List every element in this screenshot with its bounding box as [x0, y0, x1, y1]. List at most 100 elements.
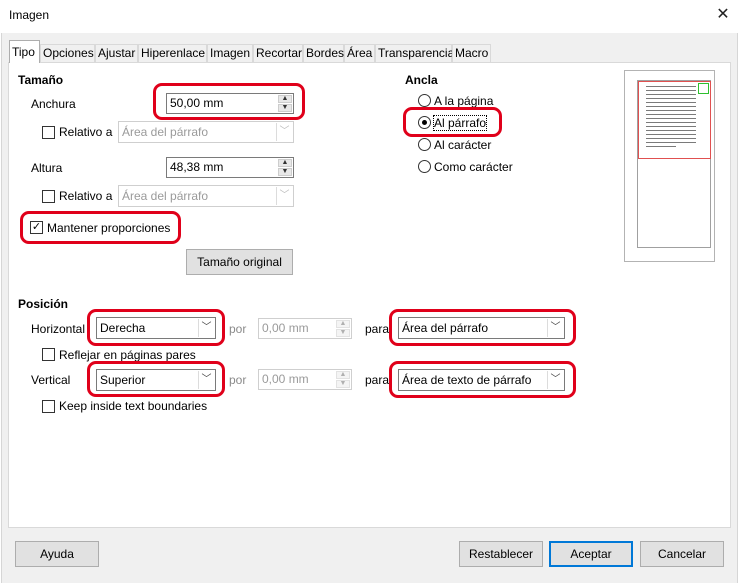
chevron-down-icon[interactable]: ﹀ [198, 371, 214, 389]
relative-width-label: Relativo a [59, 125, 113, 139]
horizontal-value: Derecha [100, 321, 146, 335]
horizontal-to-label: para [365, 322, 390, 336]
vertical-to-select[interactable]: Área de texto de párrafo ﹀ [398, 369, 565, 391]
spin-up-icon[interactable]: ▲ [278, 159, 292, 167]
preview-text-line [646, 118, 696, 119]
preview-text-line [646, 146, 676, 147]
chevron-down-icon[interactable]: ﹀ [547, 319, 563, 337]
help-button[interactable]: Ayuda [15, 541, 99, 567]
window-title: Imagen [9, 8, 50, 22]
preview-text-line [646, 106, 696, 107]
vertical-by-spinner[interactable]: ▲ ▼ [336, 371, 350, 388]
vertical-label: Vertical [31, 373, 71, 387]
relative-height-checkbox[interactable] [42, 190, 55, 203]
original-size-button[interactable]: Tamaño original [186, 249, 293, 275]
reset-button[interactable]: Restablecer [459, 541, 543, 567]
vertical-to-label: para [365, 373, 390, 387]
horizontal-by-field[interactable]: 0,00 mm ▲ ▼ [258, 318, 352, 339]
horizontal-by-spinner[interactable]: ▲ ▼ [336, 320, 350, 337]
preview-text-line [646, 94, 696, 95]
anchor-label-character: Al carácter [434, 138, 492, 152]
preview-text-line [646, 126, 696, 127]
spin-up-icon[interactable]: ▲ [278, 95, 292, 103]
preview-text-line [646, 130, 696, 131]
anchor-radio-paragraph[interactable] [418, 116, 431, 129]
close-icon[interactable]: ✕ [711, 3, 735, 27]
relative-width-select[interactable]: Área del párrafo ﹀ [118, 121, 294, 143]
keep-inside-checkbox[interactable] [42, 400, 55, 413]
chevron-down-icon[interactable]: ﹀ [198, 319, 214, 337]
chevron-down-icon[interactable]: ﹀ [276, 187, 292, 205]
vertical-value: Superior [100, 373, 146, 387]
preview-text-line [646, 86, 696, 87]
ok-button[interactable]: Aceptar [549, 541, 633, 567]
radio-selected-dot [422, 120, 427, 125]
chevron-down-icon[interactable]: ﹀ [547, 371, 563, 389]
height-spinner[interactable]: ▲ ▼ [278, 159, 292, 176]
vertical-by-value: 0,00 mm [262, 372, 309, 386]
preview-text-line [646, 102, 696, 103]
spin-up-icon[interactable]: ▲ [336, 320, 350, 328]
position-heading: Posición [18, 297, 69, 311]
preview-text-line [646, 142, 696, 143]
keep-inside-label: Keep inside text boundaries [59, 399, 208, 413]
width-label: Anchura [31, 97, 76, 111]
tab-imagen[interactable]: Imagen [207, 44, 253, 62]
preview-text-line [646, 110, 696, 111]
tab-ajustar[interactable]: Ajustar [95, 44, 138, 62]
width-value: 50,00 mm [170, 96, 224, 110]
size-heading: Tamaño [18, 73, 64, 87]
preview-text-line [646, 122, 696, 123]
tab-opciones[interactable]: Opciones [40, 44, 95, 62]
tab-bordes[interactable]: Bordes [303, 44, 344, 62]
mirror-checkbox[interactable] [42, 348, 55, 361]
anchor-label-paragraph: Al párrafo [432, 115, 488, 131]
height-field[interactable]: 48,38 mm ▲ ▼ [166, 157, 294, 178]
relative-height-select[interactable]: Área del párrafo ﹀ [118, 185, 294, 207]
vertical-by-label: por [229, 373, 247, 387]
preview-text-line [646, 90, 696, 91]
tab-tipo[interactable]: Tipo [9, 40, 40, 63]
width-field[interactable]: 50,00 mm ▲ ▼ [166, 93, 294, 114]
tab-area[interactable]: Área [344, 44, 375, 62]
spin-down-icon[interactable]: ▼ [278, 104, 292, 112]
check-icon: ✓ [31, 221, 42, 233]
relative-height-value: Área del párrafo [122, 189, 209, 203]
relative-width-value: Área del párrafo [122, 125, 209, 139]
cancel-button[interactable]: Cancelar [640, 541, 724, 567]
tab-recortar[interactable]: Recortar [253, 44, 303, 62]
chevron-down-icon[interactable]: ﹀ [276, 123, 292, 141]
horizontal-by-label: por [229, 322, 247, 336]
vertical-to-value: Área de texto de párrafo [402, 373, 532, 387]
vertical-by-field[interactable]: 0,00 mm ▲ ▼ [258, 369, 352, 390]
tab-macro[interactable]: Macro [452, 44, 491, 62]
width-spinner[interactable]: ▲ ▼ [278, 95, 292, 112]
anchor-radio-page[interactable] [418, 94, 431, 107]
tab-transparencia[interactable]: Transparencia [375, 44, 454, 62]
height-value: 48,38 mm [170, 160, 224, 174]
keep-ratio-label: Mantener proporciones [47, 221, 171, 235]
horizontal-select[interactable]: Derecha ﹀ [96, 317, 216, 339]
preview-text-line [646, 114, 696, 115]
height-label: Altura [31, 161, 63, 175]
preview-text-line [646, 98, 696, 99]
tab-hiperenlace[interactable]: Hiperenlace [138, 44, 207, 62]
tab-panel [8, 62, 731, 528]
relative-width-checkbox[interactable] [42, 126, 55, 139]
anchor-radio-as-character[interactable] [418, 160, 431, 173]
keep-ratio-checkbox[interactable]: ✓ [30, 221, 43, 234]
anchor-heading: Ancla [405, 73, 438, 87]
spin-down-icon[interactable]: ▼ [336, 329, 350, 337]
vertical-select[interactable]: Superior ﹀ [96, 369, 216, 391]
relative-height-label: Relativo a [59, 189, 113, 203]
spin-down-icon[interactable]: ▼ [336, 380, 350, 388]
preview-text-line [646, 134, 696, 135]
horizontal-to-select[interactable]: Área del párrafo ﹀ [398, 317, 565, 339]
spin-down-icon[interactable]: ▼ [278, 168, 292, 176]
horizontal-by-value: 0,00 mm [262, 321, 309, 335]
horizontal-label: Horizontal [31, 322, 86, 336]
spin-up-icon[interactable]: ▲ [336, 371, 350, 379]
preview-image-frame [698, 83, 709, 94]
horizontal-to-value: Área del párrafo [402, 321, 489, 335]
anchor-radio-character[interactable] [418, 138, 431, 151]
